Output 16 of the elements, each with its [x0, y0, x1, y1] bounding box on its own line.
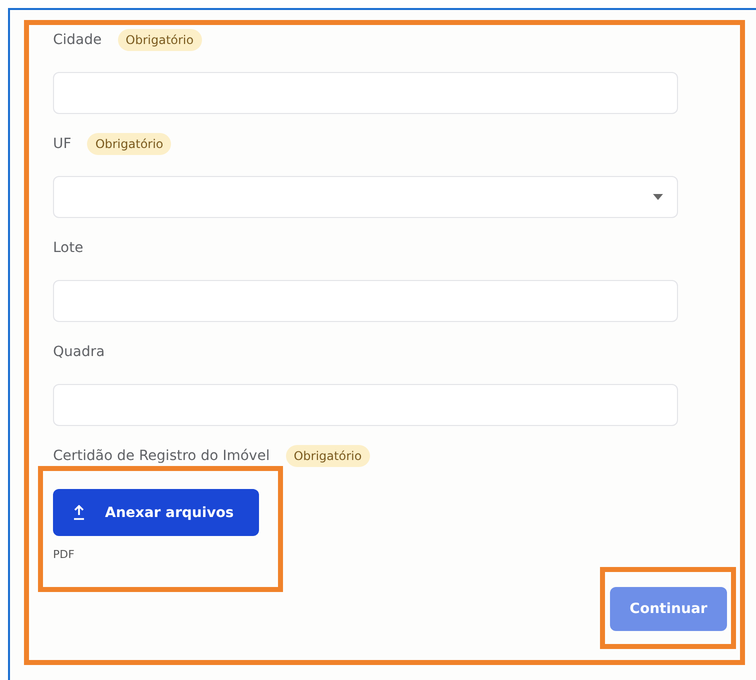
required-badge: Obrigatório — [118, 29, 202, 51]
file-type-hint: PDF — [53, 548, 76, 561]
field-label: Lote — [53, 240, 84, 256]
caret-icon — [653, 194, 663, 200]
field-label: UF — [53, 136, 72, 152]
upload-icon — [73, 505, 85, 520]
field-label: Certidão de Registro do Imóvel — [53, 448, 270, 464]
field-label: Quadra — [53, 344, 105, 360]
required-badge: Obrigatório — [286, 445, 370, 467]
required-badge: Obrigatório — [87, 133, 172, 155]
input-field[interactable] — [53, 384, 678, 426]
attach-files-button[interactable]: Anexar arquivos — [53, 489, 259, 536]
select-field[interactable] — [53, 176, 678, 218]
field-label: Cidade — [53, 32, 102, 48]
input-field[interactable] — [53, 72, 678, 114]
input-field[interactable] — [53, 280, 678, 322]
